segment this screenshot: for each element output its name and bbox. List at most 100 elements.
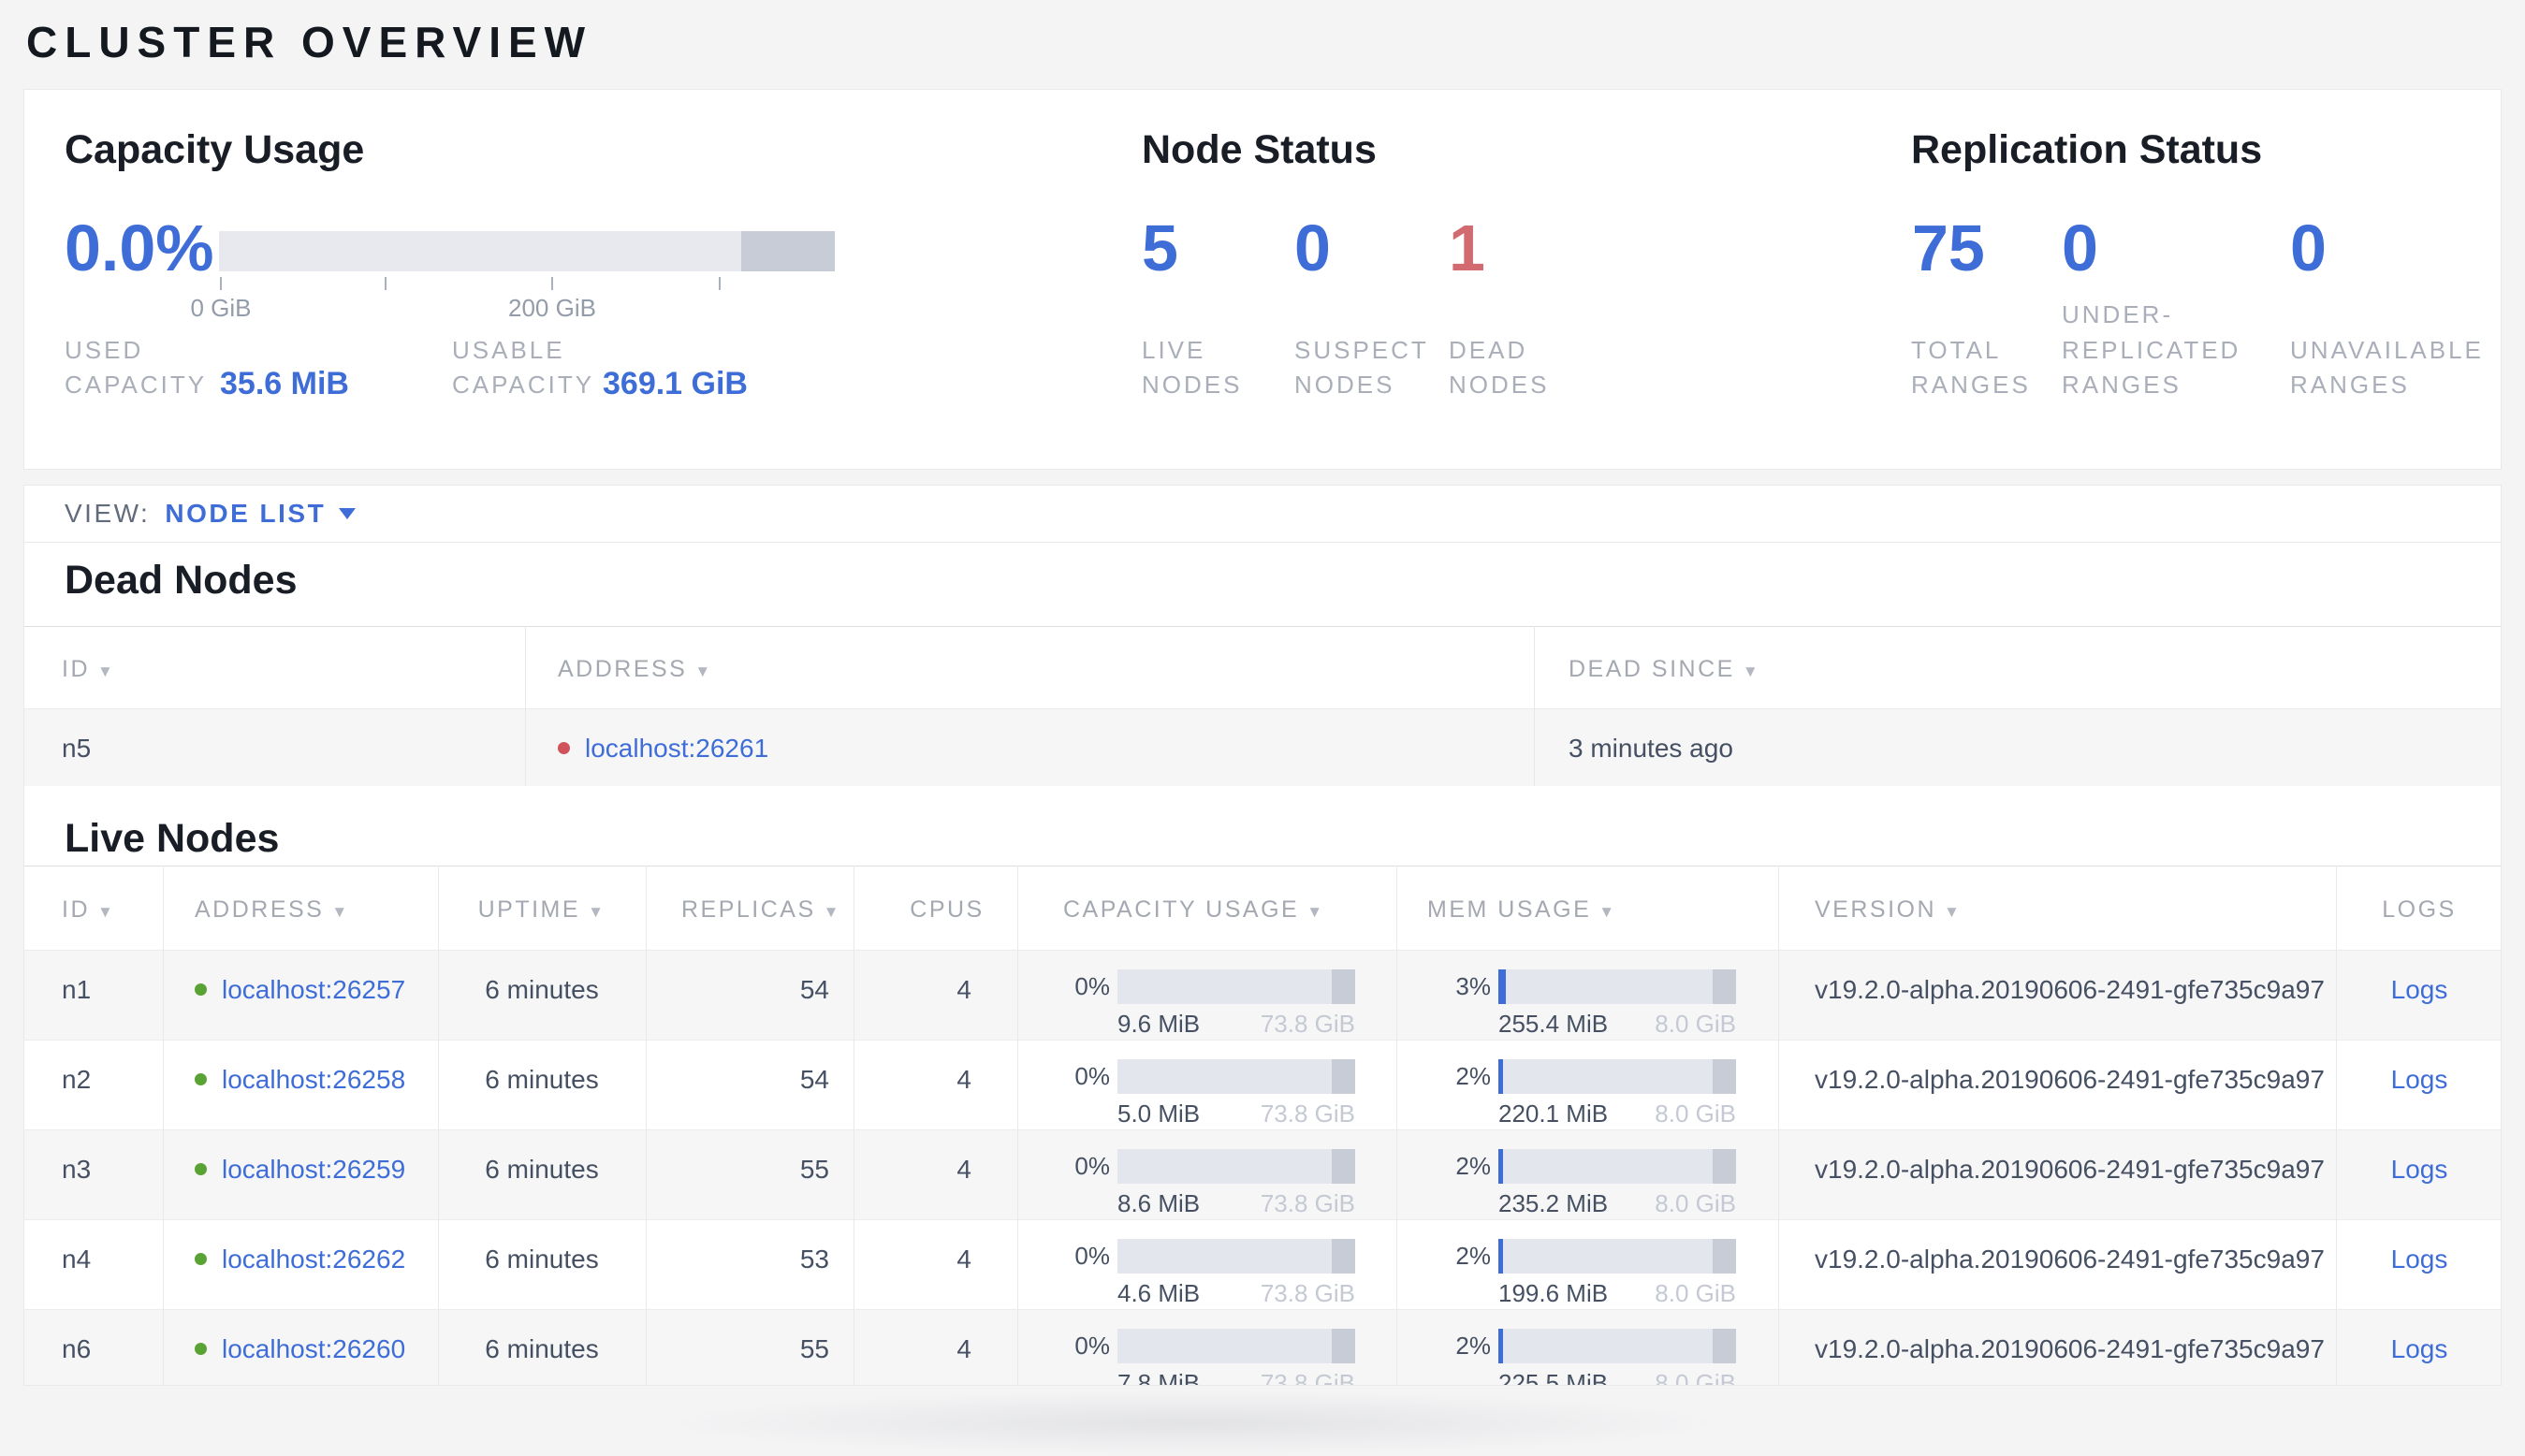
sort-desc-icon: ▼ [588, 903, 606, 921]
dead-node-address: localhost:26261 [558, 734, 768, 764]
unavailable-ranges-label: UNAVAILABLE RANGES [2290, 335, 2484, 400]
mem-minibar-fill [1498, 1329, 1504, 1363]
capacity-minibar [1117, 1329, 1355, 1363]
view-selector-bar: VIEW: NODE LIST [23, 485, 2502, 543]
live-node-address-link[interactable]: localhost:26258 [222, 1065, 405, 1094]
live-node-cpus: 4 [956, 1065, 971, 1094]
live-col-capacity[interactable]: CAPACITY USAGE ▼ [1063, 896, 1325, 924]
logs-link[interactable]: Logs [2391, 1245, 2448, 1274]
capacity-percent: 0% [1074, 1242, 1110, 1270]
dead-col-dead-since[interactable]: DEAD SINCE ▼ [1569, 656, 1760, 683]
live-node-uptime: 6 minutes [485, 1065, 599, 1094]
capacity-usage-title: Capacity Usage [65, 127, 365, 172]
logs-link[interactable]: Logs [2391, 1065, 2448, 1094]
mem-minibar [1498, 969, 1736, 1004]
live-node-uptime: 6 minutes [485, 975, 599, 1004]
view-dropdown[interactable]: NODE LIST [165, 499, 326, 529]
sort-desc-icon: ▼ [1944, 903, 1963, 921]
logs-link[interactable]: Logs [2391, 1155, 2448, 1184]
live-col-address[interactable]: ADDRESS ▼ [195, 896, 350, 924]
mem-minibar [1498, 1329, 1736, 1363]
mem-minibar-fill [1498, 1059, 1504, 1094]
mem-percent: 2% [1455, 1152, 1491, 1180]
capacity-minibar-reserved [1331, 1239, 1355, 1274]
capacity-minibar [1117, 969, 1355, 1004]
mem-percent: 2% [1455, 1332, 1491, 1360]
dead-node-dead-since: 3 minutes ago [1569, 734, 1733, 763]
sort-desc-icon: ▼ [1742, 662, 1761, 680]
column-divider [1778, 866, 1779, 1385]
usable-capacity-value: 369.1 GiB [603, 365, 748, 401]
usable-capacity-label: USABLE CAPACITY [452, 335, 595, 400]
logs-link[interactable]: Logs [2391, 1334, 2448, 1363]
live-col-mem[interactable]: MEM USAGE ▼ [1427, 896, 1617, 924]
live-node-address: localhost:26260 [195, 1334, 405, 1364]
live-node-replicas: 54 [799, 1065, 829, 1094]
capacity-total-value: 73.8 GiB [1260, 1279, 1355, 1307]
live-node-version: v19.2.0-alpha.20190606-2491-gfe735c9a97 [1815, 1334, 2325, 1363]
live-node-id: n1 [62, 975, 92, 1004]
column-divider [646, 866, 647, 1385]
live-node-id: n6 [62, 1334, 92, 1363]
live-status-dot-icon [195, 1073, 207, 1086]
live-node-address-link[interactable]: localhost:26259 [222, 1155, 405, 1184]
live-node-cpus: 4 [956, 1334, 971, 1363]
live-col-version[interactable]: VERSION ▼ [1815, 896, 1962, 924]
live-node-version: v19.2.0-alpha.20190606-2491-gfe735c9a97 [1815, 975, 2325, 1004]
dead-col-address[interactable]: ADDRESS ▼ [558, 656, 713, 683]
column-divider [163, 866, 164, 1385]
sort-desc-icon: ▼ [331, 903, 350, 921]
live-status-dot-icon [195, 1343, 207, 1356]
mem-total-value: 8.0 GiB [1655, 1279, 1736, 1307]
mem-percent: 2% [1455, 1242, 1491, 1270]
dead-node-address-link[interactable]: localhost:26261 [585, 734, 768, 763]
live-node-address-link[interactable]: localhost:26262 [222, 1245, 405, 1274]
mem-minibar [1498, 1239, 1736, 1274]
dead-col-id[interactable]: ID ▼ [62, 656, 115, 683]
mem-minibar-fill [1498, 969, 1506, 1004]
live-node-address: localhost:26262 [195, 1245, 405, 1274]
column-divider [2336, 866, 2337, 1385]
live-node-address: localhost:26259 [195, 1155, 405, 1185]
replication-status-title: Replication Status [1911, 127, 2263, 172]
mem-percent: 2% [1455, 1062, 1491, 1090]
screenshot-bottom-shadow [655, 1390, 1731, 1456]
live-nodes-label: LIVE NODES [1142, 335, 1243, 400]
mem-used-value: 199.6 MiB [1498, 1279, 1609, 1307]
live-node-uptime: 6 minutes [485, 1334, 599, 1363]
chevron-down-icon[interactable] [339, 508, 357, 519]
capacity-used-value: 9.6 MiB [1117, 1010, 1201, 1038]
live-col-cpus[interactable]: CPUS [877, 896, 1017, 924]
live-node-address-link[interactable]: localhost:26260 [222, 1334, 405, 1363]
logs-link[interactable]: Logs [2391, 975, 2448, 1004]
live-node-replicas: 55 [799, 1334, 829, 1363]
overview-summary-card: Capacity Usage 0.0% 0 GiB 200 GiB USED C… [23, 89, 2502, 470]
dead-nodes-title: Dead Nodes [65, 558, 298, 603]
mem-minibar-reserved [1712, 1059, 1736, 1094]
live-node-row: n4 localhost:26262 6 minutes 53 4 0% 4.6… [24, 1219, 2501, 1309]
dead-node-id: n5 [62, 734, 92, 763]
axis-label-0gib: 0 GiB [190, 294, 252, 322]
live-node-cpus: 4 [956, 1245, 971, 1274]
mem-minibar [1498, 1149, 1736, 1184]
column-divider [1534, 626, 1535, 786]
mem-minibar-reserved [1712, 1149, 1736, 1184]
live-col-replicas[interactable]: REPLICAS ▼ [646, 896, 877, 924]
capacity-minibar-reserved [1331, 1149, 1355, 1184]
mem-used-value: 235.2 MiB [1498, 1189, 1609, 1217]
mem-minibar-fill [1498, 1239, 1504, 1274]
live-node-address: localhost:26257 [195, 975, 405, 1005]
mem-total-value: 8.0 GiB [1655, 1010, 1736, 1038]
live-node-address-link[interactable]: localhost:26257 [222, 975, 405, 1004]
page-title: CLUSTER OVERVIEW [26, 18, 593, 66]
capacity-total-value: 73.8 GiB [1260, 1189, 1355, 1217]
live-node-id: n2 [62, 1065, 92, 1094]
live-col-id[interactable]: ID ▼ [62, 896, 115, 924]
live-node-row: n2 localhost:26258 6 minutes 54 4 0% 5.0… [24, 1040, 2501, 1129]
live-col-uptime[interactable]: UPTIME ▼ [438, 896, 646, 924]
dead-nodes-label: DEAD NODES [1449, 335, 1550, 400]
capacity-total-value: 73.8 GiB [1260, 1099, 1355, 1128]
mem-used-value: 255.4 MiB [1498, 1010, 1609, 1038]
sort-desc-icon: ▼ [97, 662, 116, 680]
live-node-uptime: 6 minutes [485, 1155, 599, 1184]
